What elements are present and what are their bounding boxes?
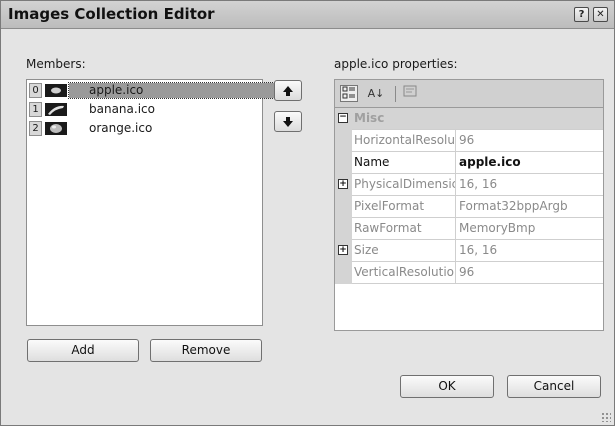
property-name: RawFormat <box>352 218 456 240</box>
property-name: PhysicalDimensic <box>352 174 456 196</box>
member-item-apple[interactable]: 0 apple.ico <box>27 82 289 99</box>
dialog-title: Images Collection Editor <box>8 5 215 23</box>
grid-margin <box>335 152 352 174</box>
remove-button[interactable]: Remove <box>150 339 262 362</box>
arrow-up-icon <box>283 86 293 96</box>
property-row[interactable]: VerticalResolutio 96 <box>335 262 603 284</box>
member-index: 0 <box>29 83 42 98</box>
property-value: 96 <box>459 265 475 279</box>
property-grid[interactable]: − Misc HorizontalResolu 96 Name apple.ic… <box>334 107 604 331</box>
apple-thumbnail-icon <box>45 84 67 97</box>
property-pages-icon[interactable] <box>401 85 419 102</box>
resize-grip-icon[interactable] <box>601 412 611 422</box>
property-grid-toolbar: A↓ <box>334 79 604 107</box>
expand-icon[interactable]: + <box>338 179 348 189</box>
grid-margin <box>335 196 352 218</box>
property-value: 16, 16 <box>459 177 498 191</box>
images-collection-editor-dialog: Images Collection Editor ? ✕ Members: 0 … <box>0 0 615 426</box>
property-row-name[interactable]: Name apple.ico <box>335 152 603 174</box>
property-value: 96 <box>459 133 475 147</box>
add-button[interactable]: Add <box>27 339 139 362</box>
members-label: Members: <box>26 57 86 71</box>
property-row[interactable]: PixelFormat Format32bppArgb <box>335 196 603 218</box>
property-name: HorizontalResolu <box>352 130 456 152</box>
member-index: 1 <box>29 102 42 117</box>
close-button[interactable]: ✕ <box>593 7 608 22</box>
property-row[interactable]: HorizontalResolu 96 <box>335 130 603 152</box>
category-name: Misc <box>354 111 385 125</box>
member-item-banana[interactable]: 1 banana.ico <box>27 101 262 118</box>
member-name: banana.ico <box>89 102 155 116</box>
arrow-down-icon <box>283 117 293 127</box>
properties-label: apple.ico properties: <box>334 57 458 71</box>
member-name: orange.ico <box>89 121 153 135</box>
property-row[interactable]: RawFormat MemoryBmp <box>335 218 603 240</box>
grid-margin <box>335 262 352 284</box>
grid-margin <box>335 130 352 152</box>
collapse-icon[interactable]: − <box>338 113 348 123</box>
members-list[interactable]: 0 apple.ico 1 banana.ico 2 orange.ico <box>26 79 289 326</box>
member-name: apple.ico <box>68 82 289 99</box>
help-button[interactable]: ? <box>574 7 589 22</box>
property-value: MemoryBmp <box>459 221 536 235</box>
cancel-button[interactable]: Cancel <box>507 375 601 398</box>
toolbar-separator <box>395 86 396 102</box>
ok-button[interactable]: OK <box>400 375 494 398</box>
name-value-field[interactable]: apple.ico <box>457 152 603 174</box>
property-value: Format32bppArgb <box>459 199 568 213</box>
grid-margin <box>335 218 352 240</box>
property-row[interactable]: + PhysicalDimensic 16, 16 <box>335 174 603 196</box>
property-name: VerticalResolutio <box>352 262 456 284</box>
category-row-misc[interactable]: − Misc <box>335 108 603 130</box>
move-down-button[interactable] <box>274 111 302 132</box>
property-name: PixelFormat <box>352 196 456 218</box>
property-value: 16, 16 <box>459 243 498 257</box>
property-name: Size <box>352 240 456 262</box>
expand-icon[interactable]: + <box>338 245 348 255</box>
orange-thumbnail-icon <box>45 122 67 135</box>
member-index: 2 <box>29 121 42 136</box>
move-up-button[interactable] <box>274 80 302 101</box>
property-row[interactable]: + Size 16, 16 <box>335 240 603 262</box>
property-name: Name <box>352 152 456 174</box>
member-item-orange[interactable]: 2 orange.ico <box>27 120 262 137</box>
alphabetical-sort-icon[interactable]: A↓ <box>363 85 389 102</box>
categorized-icon[interactable] <box>340 85 358 102</box>
title-bar[interactable]: Images Collection Editor ? ✕ <box>1 1 614 29</box>
banana-thumbnail-icon <box>45 103 67 116</box>
